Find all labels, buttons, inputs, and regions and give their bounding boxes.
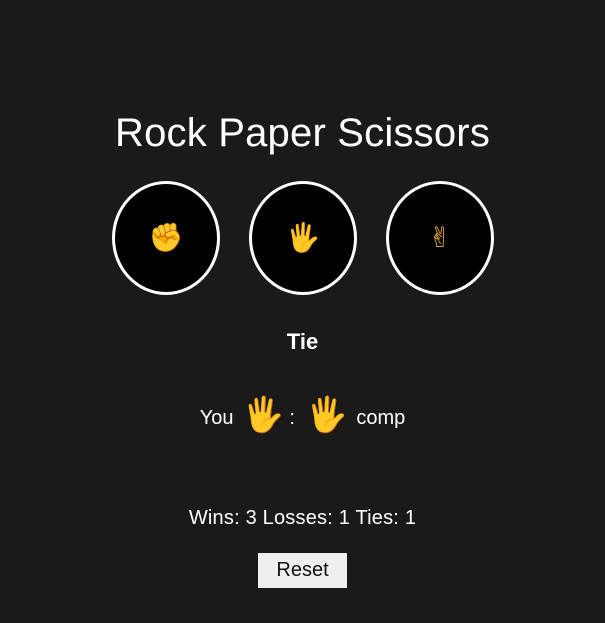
reset-button[interactable]: Reset (258, 553, 347, 588)
round-result: Tie (286, 329, 319, 354)
paper-button[interactable]: 🖐 (249, 181, 357, 295)
game-title: Rock Paper Scissors (114, 110, 491, 155)
matchup-separator: : (289, 407, 295, 429)
matchup-display: You 🖐: 🖐 comp (0, 398, 605, 438)
fist-icon: ✊ (148, 222, 184, 253)
computer-pick-icon: 🖐 (305, 396, 348, 434)
scoreboard: Wins: 3 Losses: 1 Ties: 1 (188, 507, 417, 529)
rock-button[interactable]: ✊ (112, 181, 220, 295)
computer-label: comp (356, 407, 406, 429)
choice-buttons: ✊ 🖐 ✌ (0, 181, 605, 295)
player-pick-icon: 🖐 (242, 396, 285, 434)
victory-hand-icon: ✌ (428, 222, 452, 253)
scissors-button[interactable]: ✌ (386, 181, 494, 295)
open-hand-icon: 🖐 (285, 222, 321, 253)
player-label: You (199, 407, 234, 429)
